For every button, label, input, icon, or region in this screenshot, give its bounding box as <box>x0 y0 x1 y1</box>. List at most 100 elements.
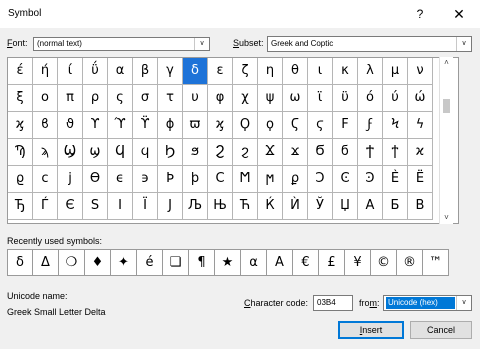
from-select[interactable]: Unicode (hex) ∨ <box>383 295 472 311</box>
symbol-cell[interactable]: В <box>408 193 433 220</box>
symbol-grid-scrollbar[interactable]: ˄ ˅ <box>439 57 453 224</box>
symbol-cell[interactable]: τ <box>158 85 183 112</box>
symbol-cell[interactable]: ϫ <box>283 139 308 166</box>
symbol-cell[interactable]: Ј <box>158 193 183 220</box>
symbol-cell[interactable]: ϴ <box>83 166 108 193</box>
symbol-cell[interactable]: ϟ <box>408 112 433 139</box>
help-button[interactable]: ? <box>409 4 431 24</box>
symbol-cell[interactable]: ΰ <box>83 58 108 85</box>
symbol-cell[interactable]: Ϡ <box>8 139 33 166</box>
symbol-cell[interactable]: ϙ <box>258 112 283 139</box>
recent-symbol-cell[interactable]: A <box>267 249 293 276</box>
symbol-cell[interactable]: Ϛ <box>283 112 308 139</box>
font-select[interactable]: (normal text) ∨ <box>33 37 210 51</box>
symbol-cell[interactable]: Ђ <box>8 193 33 220</box>
recent-symbol-cell[interactable]: ♦ <box>85 249 111 276</box>
scroll-thumb[interactable] <box>443 99 450 113</box>
symbol-cell[interactable]: ϊ <box>308 85 333 112</box>
recent-symbol-cell[interactable]: ❏ <box>163 249 189 276</box>
symbol-cell[interactable]: κ <box>333 58 358 85</box>
symbol-cell[interactable]: Љ <box>183 193 208 220</box>
symbol-cell[interactable]: Ћ <box>233 193 258 220</box>
symbol-cell[interactable]: Ϧ <box>158 139 183 166</box>
symbol-cell[interactable]: Б <box>383 193 408 220</box>
symbol-cell[interactable]: ϩ <box>233 139 258 166</box>
symbol-cell[interactable]: φ <box>208 85 233 112</box>
symbol-cell[interactable]: ϳ <box>58 166 83 193</box>
symbol-cell[interactable]: ϡ <box>33 139 58 166</box>
symbol-cell[interactable]: ϶ <box>133 166 158 193</box>
recent-symbol-cell[interactable]: é <box>137 249 163 276</box>
symbol-cell[interactable]: λ <box>358 58 383 85</box>
symbol-cell[interactable]: ή <box>33 58 58 85</box>
recent-symbol-cell[interactable]: £ <box>319 249 345 276</box>
symbol-cell[interactable]: ϗ <box>8 112 33 139</box>
symbol-cell[interactable]: І <box>108 193 133 220</box>
symbol-cell[interactable]: ϱ <box>8 166 33 193</box>
recent-symbol-cell[interactable]: ❍ <box>59 249 85 276</box>
symbol-cell[interactable]: Ͻ <box>308 166 333 193</box>
symbol-cell[interactable]: Ϥ <box>108 139 133 166</box>
chevron-down-icon[interactable]: ∨ <box>194 38 209 50</box>
symbol-cell[interactable]: Њ <box>208 193 233 220</box>
symbol-cell[interactable]: β <box>133 58 158 85</box>
symbol-cell[interactable]: ε <box>208 58 233 85</box>
symbol-cell[interactable]: Ϸ <box>158 166 183 193</box>
symbol-cell[interactable]: Ͽ <box>358 166 383 193</box>
symbol-cell[interactable]: Ϫ <box>258 139 283 166</box>
recent-symbol-cell[interactable]: Δ <box>33 249 59 276</box>
close-button[interactable]: ✕ <box>446 4 472 24</box>
symbol-cell[interactable]: ϋ <box>333 85 358 112</box>
symbol-cell[interactable]: ώ <box>408 85 433 112</box>
symbol-cell[interactable]: ϛ <box>308 112 333 139</box>
symbol-cell[interactable]: Ѓ <box>33 193 58 220</box>
symbol-cell[interactable]: δ <box>183 58 208 85</box>
symbol-cell[interactable]: ι <box>308 58 333 85</box>
symbol-cell[interactable]: ϼ <box>283 166 308 193</box>
symbol-cell[interactable]: ϒ <box>83 112 108 139</box>
scroll-up-icon[interactable]: ˄ <box>440 57 453 69</box>
symbol-cell[interactable]: Ї <box>133 193 158 220</box>
symbol-cell[interactable]: π <box>58 85 83 112</box>
symbol-cell[interactable]: ϔ <box>133 112 158 139</box>
symbol-cell[interactable]: Ќ <box>258 193 283 220</box>
symbol-cell[interactable]: Ϝ <box>333 112 358 139</box>
symbol-cell[interactable]: ϓ <box>108 112 133 139</box>
symbol-cell[interactable]: Ѕ <box>83 193 108 220</box>
symbol-cell[interactable]: ζ <box>233 58 258 85</box>
symbol-cell[interactable]: Ϣ <box>58 139 83 166</box>
cancel-button[interactable]: Cancel <box>410 321 472 339</box>
symbol-cell[interactable]: ϵ <box>108 166 133 193</box>
symbol-cell[interactable]: Џ <box>333 193 358 220</box>
symbol-cell[interactable]: μ <box>383 58 408 85</box>
symbol-cell[interactable]: Ϲ <box>208 166 233 193</box>
symbol-cell[interactable]: ϣ <box>83 139 108 166</box>
symbol-cell[interactable]: ω <box>283 85 308 112</box>
symbol-cell[interactable]: Ϙ <box>233 112 258 139</box>
recent-symbol-cell[interactable]: ™ <box>423 249 449 276</box>
symbol-cell[interactable]: ϖ <box>183 112 208 139</box>
character-code-input[interactable]: 03B4 <box>313 295 353 311</box>
symbol-cell[interactable]: Ϻ <box>233 166 258 193</box>
recent-symbol-cell[interactable]: α <box>241 249 267 276</box>
recent-symbol-cell[interactable]: ® <box>397 249 423 276</box>
symbol-cell[interactable]: υ <box>183 85 208 112</box>
subset-select[interactable]: Greek and Coptic ∨ <box>267 36 472 52</box>
symbol-cell[interactable]: Ў <box>308 193 333 220</box>
symbol-cell[interactable]: έ <box>8 58 33 85</box>
chevron-down-icon[interactable]: ∨ <box>456 37 471 51</box>
symbol-cell[interactable]: α <box>108 58 133 85</box>
recent-symbol-cell[interactable]: ★ <box>215 249 241 276</box>
symbol-cell[interactable]: ν <box>408 58 433 85</box>
symbol-cell[interactable]: ψ <box>258 85 283 112</box>
recent-symbol-cell[interactable]: ¶ <box>189 249 215 276</box>
symbol-cell[interactable]: ο <box>33 85 58 112</box>
symbol-cell[interactable]: Ѝ <box>283 193 308 220</box>
symbol-cell[interactable]: ϭ <box>333 139 358 166</box>
symbol-cell[interactable]: ϰ <box>408 139 433 166</box>
symbol-cell[interactable]: ϐ <box>33 112 58 139</box>
symbol-cell[interactable]: Є <box>58 193 83 220</box>
symbol-cell[interactable]: ρ <box>83 85 108 112</box>
symbol-cell[interactable]: χ <box>233 85 258 112</box>
symbol-cell[interactable]: ϲ <box>33 166 58 193</box>
